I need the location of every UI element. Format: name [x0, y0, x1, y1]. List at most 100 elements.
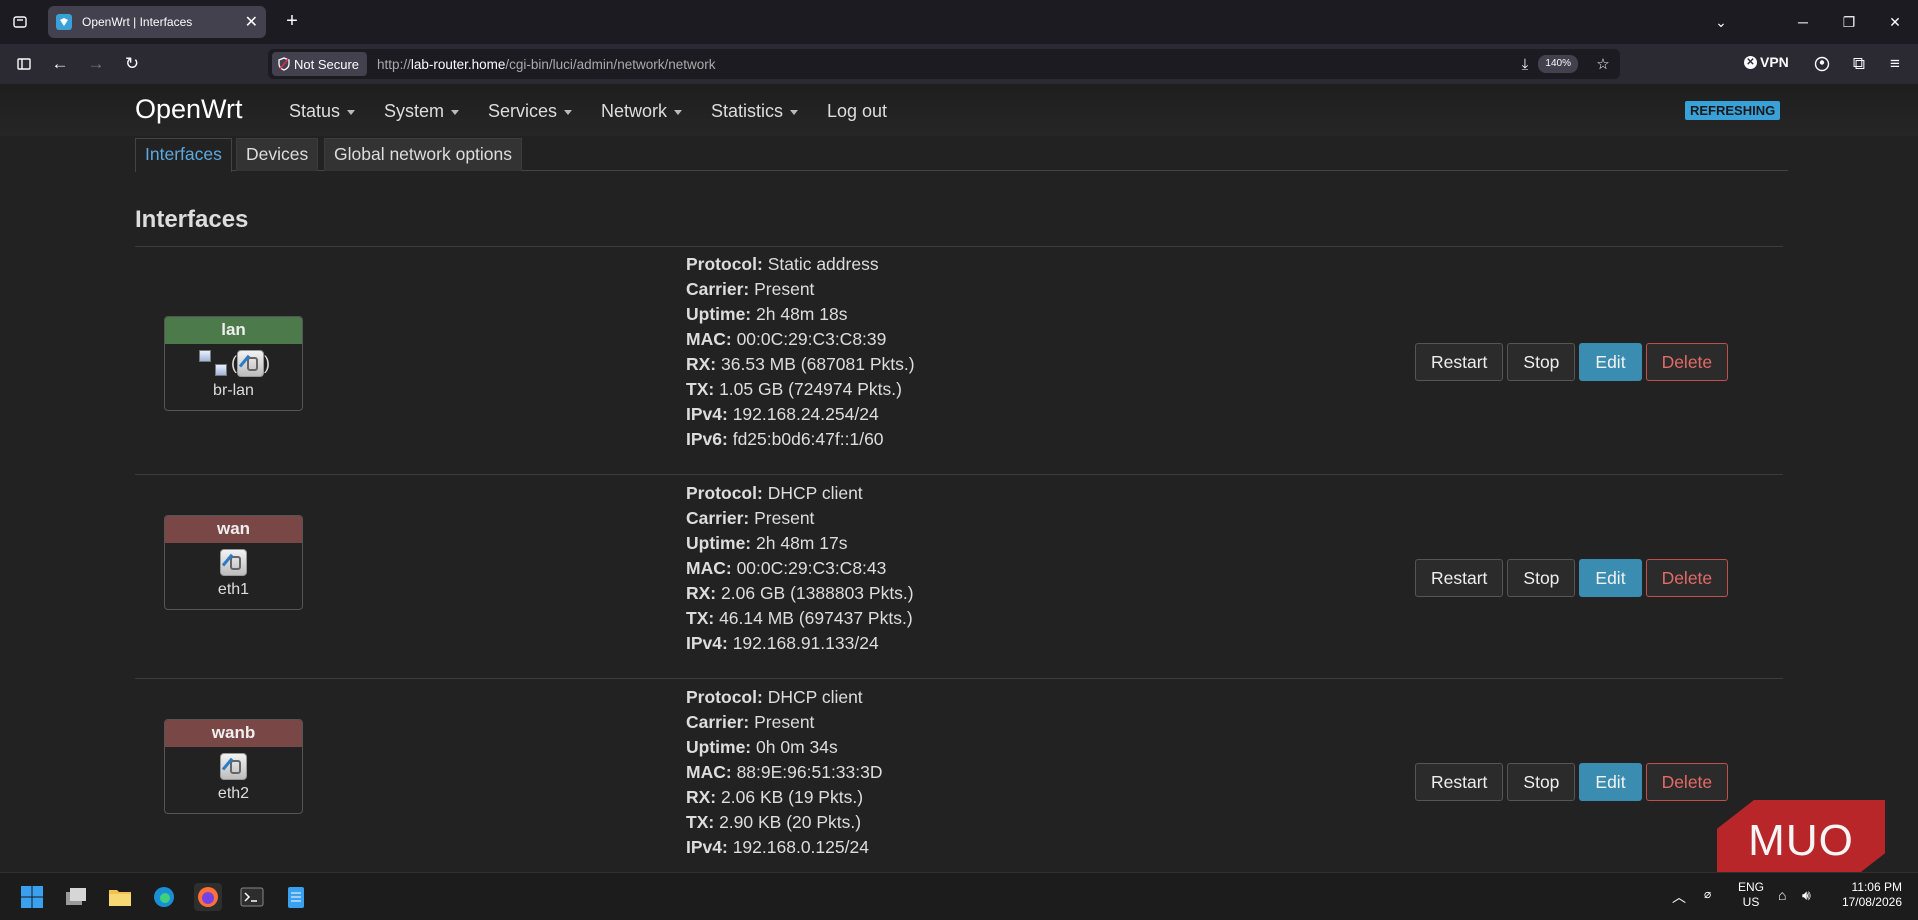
restart-button[interactable]: Restart	[1415, 763, 1504, 801]
clock[interactable]: 11:06 PM 17/08/2026	[1838, 880, 1902, 910]
wanb-actions: Restart Stop Edit Delete	[1415, 763, 1729, 801]
logout-link[interactable]: Log out	[827, 101, 887, 122]
detail-mac: MAC: 88:9E:96:51:33:3D	[686, 762, 883, 782]
menu-status[interactable]: Status	[289, 101, 356, 122]
reload-icon[interactable]: ↻	[118, 50, 146, 78]
terminal-icon[interactable]	[238, 883, 266, 911]
edge-browser-icon[interactable]	[150, 883, 178, 911]
muo-watermark-logo: MUO	[1717, 800, 1885, 882]
not-secure-badge[interactable]: Not Secure	[272, 52, 368, 76]
detail-protocol: Protocol: DHCP client	[686, 483, 863, 503]
interface-name: wan	[165, 516, 302, 543]
caret-down-icon	[564, 109, 573, 115]
edit-button[interactable]: Edit	[1579, 763, 1642, 801]
page-title: Interfaces	[135, 206, 249, 233]
ethernet-port-icon	[237, 349, 264, 377]
detail-mac: MAC: 00:0C:29:C3:C8:39	[686, 329, 887, 349]
caret-down-icon	[451, 109, 460, 115]
account-icon[interactable]	[1808, 50, 1836, 78]
detail-tx: TX: 2.90 KB (20 Pkts.)	[686, 812, 862, 832]
detail-tx: TX: 1.05 GB (724974 Pkts.)	[686, 379, 902, 399]
interface-badge-wanb[interactable]: wanb eth2	[164, 719, 303, 814]
edit-button[interactable]: Edit	[1579, 559, 1642, 597]
zoom-level-badge[interactable]: 140%	[1538, 55, 1578, 73]
delete-button[interactable]: Delete	[1645, 343, 1729, 381]
detail-rx: RX: 36.53 MB (687081 Pkts.)	[686, 354, 915, 374]
detail-rx: RX: 2.06 KB (19 Pkts.)	[686, 787, 864, 807]
bookmark-star-icon[interactable]: ☆	[1592, 53, 1614, 75]
back-arrow-icon[interactable]: ←	[46, 50, 74, 78]
menu-network[interactable]: Network	[601, 101, 683, 122]
tab-global-network-options[interactable]: Global network options	[324, 138, 523, 171]
lan-actions: Restart Stop Edit Delete	[1415, 343, 1729, 381]
security-label: Not Secure	[294, 56, 360, 72]
interface-details: Protocol: DHCP client Carrier: Present U…	[686, 481, 914, 656]
tab-list-button[interactable]	[0, 0, 40, 44]
interface-badge-wan[interactable]: wan eth1	[164, 515, 303, 610]
volume-icon[interactable]: 🔊︎	[1802, 887, 1811, 904]
show-hidden-icons-chevron-icon[interactable]: ︿	[1672, 887, 1686, 907]
location-icon[interactable]: ⌀	[1704, 887, 1711, 901]
url-text[interactable]: http://lab-router.home/cgi-bin/luci/admi…	[377, 57, 715, 72]
interface-device: br-lan	[213, 382, 254, 399]
app-menu-icon[interactable]: ≡	[1881, 50, 1909, 78]
delete-button[interactable]: Delete	[1645, 763, 1729, 801]
restore-icon[interactable]: ❐	[1826, 0, 1872, 44]
menu-statistics[interactable]: Statistics	[711, 101, 799, 122]
caret-down-icon	[347, 109, 356, 115]
list-all-tabs-icon[interactable]: ⌄	[1698, 0, 1744, 44]
network-subtabs: Interfaces Devices Global network option…	[135, 138, 1788, 172]
detail-carrier: Carrier: Present	[686, 279, 815, 299]
close-window-icon[interactable]: ✕	[1872, 0, 1918, 44]
stop-button[interactable]: Stop	[1507, 343, 1576, 381]
vpn-button[interactable]: ✕ VPN	[1744, 54, 1789, 70]
firefox-icon[interactable]	[194, 883, 222, 911]
interface-name: wanb	[165, 720, 302, 747]
extensions-icon[interactable]: ⧉	[1845, 50, 1873, 78]
menu-services[interactable]: Services	[488, 101, 573, 122]
detail-tx: TX: 46.14 MB (697437 Pkts.)	[686, 608, 913, 628]
detail-carrier: Carrier: Present	[686, 508, 815, 528]
minimize-icon[interactable]: ─	[1780, 0, 1826, 44]
download-page-icon[interactable]: ⤓	[1514, 53, 1536, 75]
delete-button[interactable]: Delete	[1645, 559, 1729, 597]
network-icon[interactable]: ⌂	[1778, 887, 1786, 903]
restart-button[interactable]: Restart	[1415, 559, 1504, 597]
wan-actions: Restart Stop Edit Delete	[1415, 559, 1729, 597]
edit-button[interactable]: Edit	[1579, 343, 1642, 381]
stop-button[interactable]: Stop	[1507, 559, 1576, 597]
caret-down-icon	[790, 109, 799, 115]
sidebar-toggle-icon[interactable]	[10, 50, 38, 78]
menu-system[interactable]: System	[384, 101, 460, 122]
new-tab-button[interactable]: +	[280, 10, 304, 34]
restart-button[interactable]: Restart	[1415, 343, 1504, 381]
detail-carrier: Carrier: Present	[686, 712, 815, 732]
interface-details: Protocol: Static address Carrier: Presen…	[686, 252, 915, 452]
address-bar[interactable]: Not Secure http://lab-router.home/cgi-bi…	[268, 49, 1620, 79]
task-view-icon[interactable]	[62, 883, 90, 911]
interface-icons: ()	[165, 344, 302, 382]
tab-interfaces[interactable]: Interfaces	[135, 138, 232, 172]
bridge-icon	[197, 348, 231, 378]
language-indicator[interactable]: ENG US	[1738, 880, 1764, 910]
openwrt-page: OpenWrt Status System Services Network S…	[0, 84, 1918, 872]
detail-uptime: Uptime: 2h 48m 18s	[686, 304, 848, 324]
windows-taskbar: ︿ ⌀ ENG US ⌂ 🔊︎ 11:06 PM 17/08/2026	[0, 872, 1918, 920]
file-explorer-icon[interactable]	[106, 883, 134, 911]
interface-badge-lan[interactable]: lan () br-lan	[164, 316, 303, 411]
notepad-icon[interactable]	[282, 883, 310, 911]
browser-nav-bar: ← → ↻ Not Secure http://lab-router.home/…	[0, 44, 1918, 84]
browser-tab-active[interactable]: OpenWrt | Interfaces ✕	[48, 6, 266, 38]
tab-title: OpenWrt | Interfaces	[82, 15, 193, 29]
luci-header: OpenWrt Status System Services Network S…	[0, 84, 1918, 136]
refreshing-badge[interactable]: REFRESHING	[1685, 101, 1781, 120]
ethernet-port-icon	[220, 548, 247, 576]
tab-devices[interactable]: Devices	[236, 138, 319, 171]
brand-logo[interactable]: OpenWrt	[135, 94, 243, 125]
browser-tab-bar: OpenWrt | Interfaces ✕ + ⌄ ─ ❐ ✕	[0, 0, 1918, 44]
windows-start-icon[interactable]	[18, 883, 46, 911]
caret-down-icon	[674, 109, 683, 115]
stop-button[interactable]: Stop	[1507, 763, 1576, 801]
close-tab-icon[interactable]: ✕	[245, 12, 258, 32]
forward-arrow-icon[interactable]: →	[82, 50, 110, 78]
